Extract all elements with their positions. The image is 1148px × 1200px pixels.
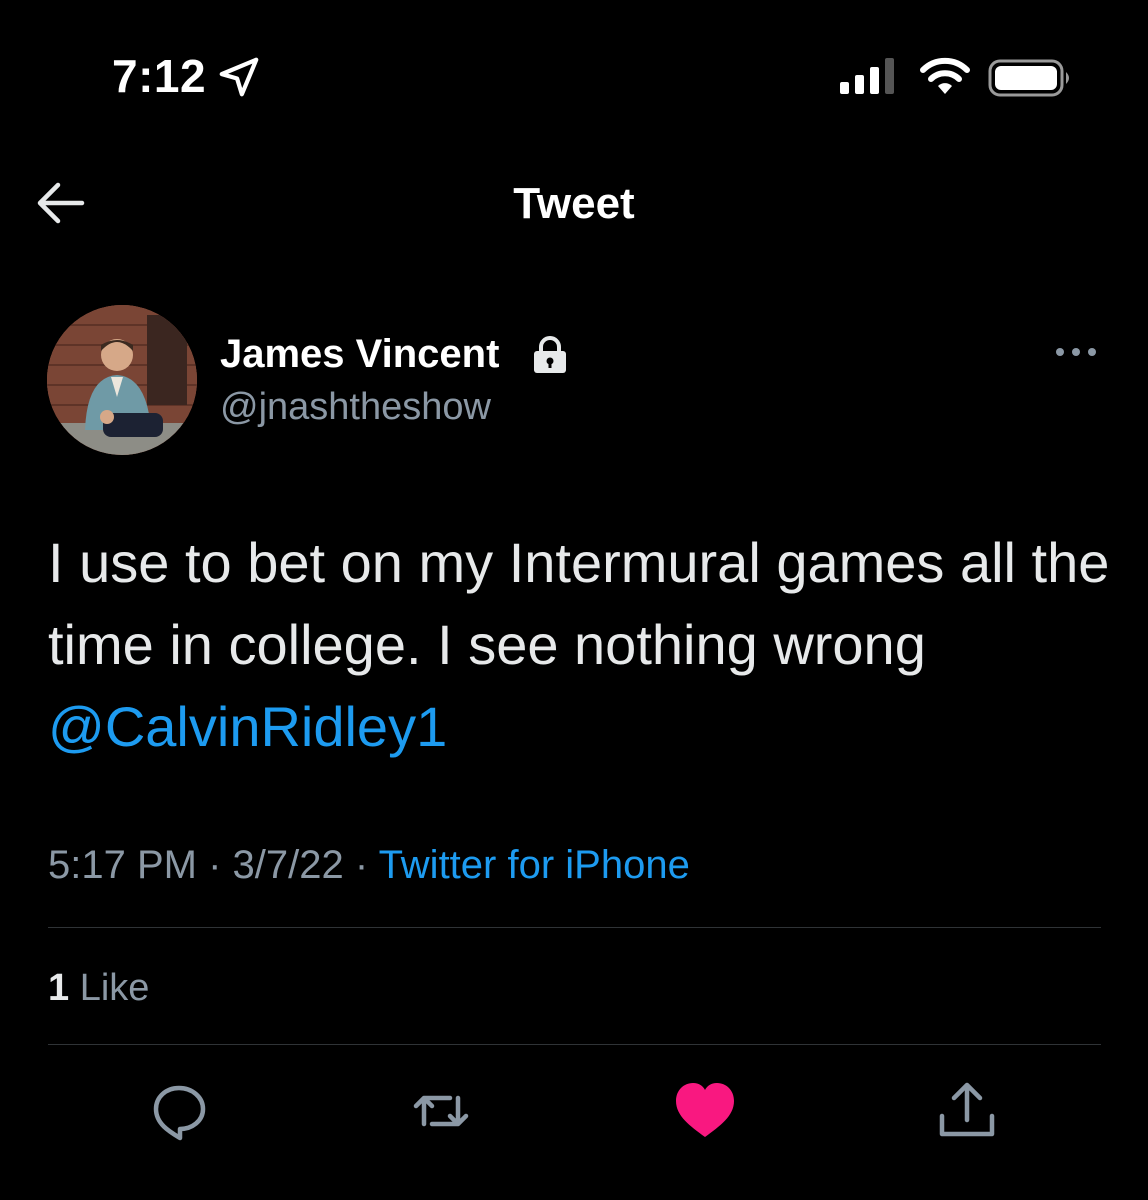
avatar-photo — [47, 305, 197, 455]
battery-icon — [988, 59, 1069, 97]
mention-link[interactable]: @CalvinRidley1 — [48, 695, 447, 758]
author-handle[interactable]: @jnashtheshow — [220, 384, 491, 430]
likes-count[interactable]: 1 Like — [48, 962, 149, 1014]
status-time: 7:12 — [112, 50, 207, 102]
tweet-source-link[interactable]: Twitter for iPhone — [379, 843, 690, 887]
tweet-time: 5:17 PM — [48, 843, 197, 887]
cellular-signal-icon — [840, 58, 894, 94]
tweet-meta: 5:17 PM · 3/7/22 · Twitter for iPhone — [48, 838, 690, 892]
reply-icon[interactable] — [144, 1076, 214, 1146]
meta-separator: · — [343, 843, 379, 887]
tweet-text: I use to bet on my Intermural games all … — [48, 522, 1118, 768]
more-options-icon[interactable] — [1052, 340, 1100, 364]
tweet-date: 3/7/22 — [232, 843, 344, 887]
avatar[interactable] — [47, 305, 197, 455]
share-icon[interactable] — [932, 1076, 1002, 1146]
like-icon[interactable] — [670, 1076, 740, 1146]
page-title: Tweet — [513, 179, 635, 228]
wifi-icon — [920, 57, 970, 94]
location-arrow-icon — [219, 57, 259, 97]
meta-separator: · — [196, 843, 233, 887]
lock-icon — [534, 336, 566, 373]
tweet-body: I use to bet on my Intermural games all … — [48, 531, 1110, 676]
like-count-number: 1 — [48, 967, 70, 1009]
author-name[interactable]: James Vincent — [220, 330, 499, 378]
retweet-icon[interactable] — [406, 1076, 476, 1146]
like-count-label: Like — [69, 967, 150, 1009]
divider — [48, 1044, 1101, 1045]
divider — [48, 927, 1101, 928]
